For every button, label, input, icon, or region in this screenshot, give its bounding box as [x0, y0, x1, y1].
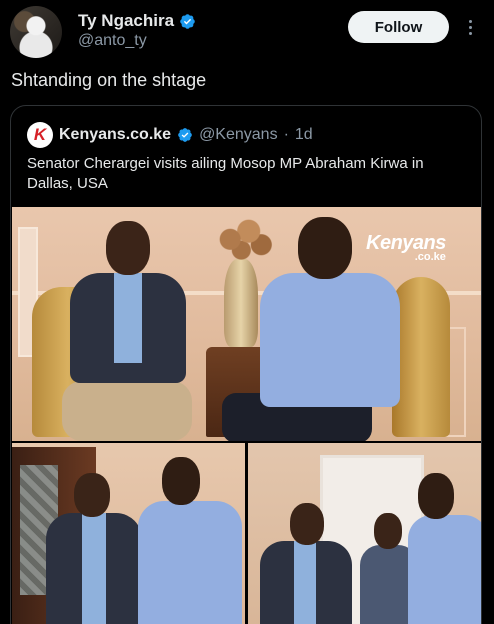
quoted-verified-badge-icon	[178, 128, 192, 142]
quoted-tweet-header: K Kenyans.co.ke @Kenyans · 1d	[27, 122, 313, 148]
head	[162, 457, 200, 505]
head	[374, 513, 402, 549]
tweet-text: Shtanding on the shtage	[11, 70, 207, 90]
quoted-author-handle[interactable]: @Kenyans	[199, 126, 278, 144]
quoted-timestamp[interactable]: 1d	[295, 126, 313, 144]
head	[418, 473, 454, 519]
head	[290, 503, 324, 545]
person-seated-left	[52, 221, 202, 441]
kenyans-watermark: Kenyans .co.ke	[366, 232, 446, 263]
shirt	[82, 513, 106, 624]
author-name-row: Ty Ngachira	[78, 11, 196, 31]
quoted-author-name[interactable]: Kenyans.co.ke	[59, 126, 171, 144]
head	[74, 473, 110, 517]
quoted-photo-bottom-right[interactable]	[248, 443, 481, 624]
author-display-name[interactable]: Ty Ngachira	[78, 11, 174, 31]
quoted-separator: ·	[283, 126, 289, 143]
author-avatar[interactable]	[10, 6, 62, 58]
author-handle[interactable]: @anto_ty	[78, 32, 147, 50]
tweet-header: Ty Ngachira @anto_ty Follow	[0, 0, 494, 64]
person-standing-right	[408, 515, 481, 624]
quoted-tweet[interactable]: K Kenyans.co.ke @Kenyans · 1d Senator Ch…	[10, 105, 482, 624]
kenyans-logo-icon: K	[33, 125, 47, 144]
follow-button[interactable]: Follow	[348, 11, 449, 43]
shirt	[294, 541, 316, 624]
quoted-tweet-text: Senator Cherargei visits ailing Mosop MP…	[27, 155, 424, 192]
verified-badge-icon	[180, 13, 195, 29]
more-options-icon[interactable]	[462, 14, 478, 40]
quoted-photo-main[interactable]: Kenyans .co.ke	[12, 207, 481, 441]
quoted-photo-bottom-left[interactable]	[12, 443, 245, 624]
quoted-author-avatar[interactable]: K	[27, 122, 53, 148]
person-handshake-right	[138, 501, 242, 624]
